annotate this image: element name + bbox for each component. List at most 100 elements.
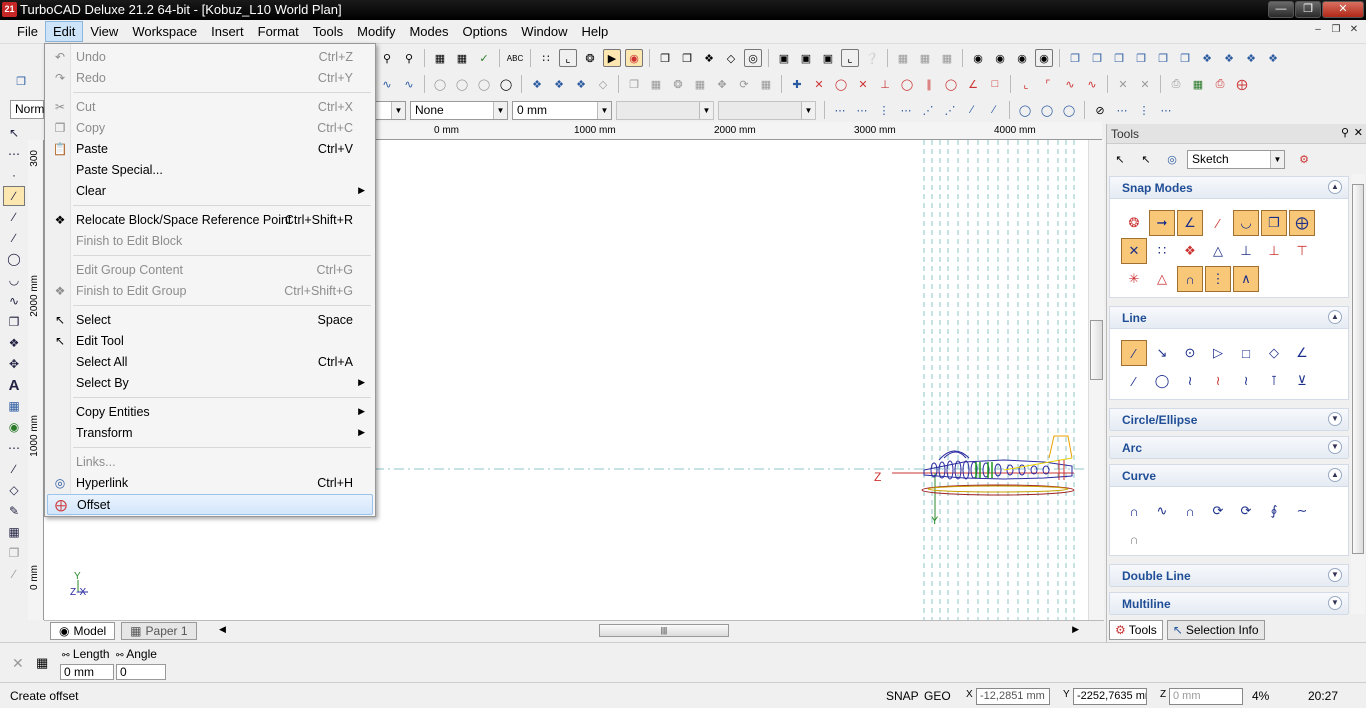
dot-tool-icon[interactable]: ·: [3, 165, 25, 185]
snap-magnet-icon[interactable]: ∩: [1177, 266, 1203, 292]
section-header[interactable]: Snap Modes ▲: [1110, 177, 1348, 199]
tools-palette-scrollbar[interactable]: [1351, 174, 1365, 614]
collapse-icon[interactable]: ▲: [1328, 468, 1342, 482]
mdi-close-button[interactable]: ✕: [1346, 24, 1362, 38]
length-input[interactable]: 0 mm: [60, 664, 114, 680]
snap-c3-icon[interactable]: ◯: [1060, 101, 1078, 119]
x-coordinate-field[interactable]: -12,2851 mm: [976, 688, 1050, 705]
section-header[interactable]: Multiline ▼: [1110, 593, 1348, 615]
view-iso3-icon[interactable]: ❖: [1242, 49, 1260, 67]
drawing-aids-icon[interactable]: ◉: [625, 49, 643, 67]
line-color-combo[interactable]: ▼: [372, 100, 406, 120]
menu-hyperlink[interactable]: ◎ Hyperlink Ctrl+H: [47, 473, 373, 494]
menu-workspace[interactable]: Workspace: [125, 22, 204, 41]
polyline-tool-icon[interactable]: ∕: [3, 207, 25, 227]
angle-line-icon[interactable]: ∠: [1289, 340, 1315, 366]
menu-insert[interactable]: Insert: [204, 22, 251, 41]
snap-grid-icon[interactable]: ∷: [1149, 238, 1175, 264]
snap-percent-icon[interactable]: △: [1149, 266, 1175, 292]
split-line-icon[interactable]: ⊺: [1261, 368, 1287, 394]
bezier-icon[interactable]: ∿: [1149, 498, 1175, 524]
shell2-icon[interactable]: ◯: [453, 75, 471, 93]
dim2-icon[interactable]: ▦: [916, 49, 934, 67]
snap-align-h-icon[interactable]: ⋮: [1205, 266, 1231, 292]
no-snap-icon[interactable]: ⊘: [1091, 101, 1109, 119]
meet-icon[interactable]: ✕: [1114, 75, 1132, 93]
spiral-icon[interactable]: ⟳: [1205, 498, 1231, 524]
array-icon[interactable]: ▦: [647, 75, 665, 93]
section-header[interactable]: Circle/Ellipse ▼: [1110, 409, 1348, 431]
circle-tool-icon[interactable]: ◯: [3, 249, 25, 269]
eraser-tool-icon[interactable]: ◇: [3, 480, 25, 500]
scale-icon[interactable]: ▦: [757, 75, 775, 93]
boolean-int-icon[interactable]: ❖: [572, 75, 590, 93]
menu-format[interactable]: Format: [251, 22, 306, 41]
view-front-icon[interactable]: ❐: [1066, 49, 1084, 67]
copy-icon[interactable]: ❐: [625, 75, 643, 93]
menu-finish-edit-block[interactable]: Finish to Edit Block: [47, 231, 373, 252]
menu-modify[interactable]: Modify: [350, 22, 402, 41]
view-top-icon[interactable]: ❐: [1154, 49, 1172, 67]
shade3-icon[interactable]: ◉: [1013, 49, 1031, 67]
view-iso2-icon[interactable]: ❖: [1220, 49, 1238, 67]
explode-icon[interactable]: ❖: [700, 49, 718, 67]
snap-nearest-icon[interactable]: ∠: [1177, 210, 1203, 236]
snap-line7-icon[interactable]: ∕: [963, 101, 981, 119]
menu-offset[interactable]: ⨁ Offset: [47, 494, 373, 515]
pin-icon[interactable]: ⚲: [1341, 126, 1349, 139]
radial-copy-icon[interactable]: ❂: [669, 75, 687, 93]
point-tool-icon[interactable]: ⋯: [3, 144, 25, 164]
move-tool-icon[interactable]: ✥: [3, 354, 25, 374]
snap-d3-icon[interactable]: ⋯: [1157, 101, 1175, 119]
menu-copy-entities[interactable]: Copy Entities ▶: [47, 402, 373, 423]
snap-line6-icon[interactable]: ⋰: [941, 101, 959, 119]
snap-circle-icon[interactable]: ◯: [942, 75, 960, 93]
layers-icon[interactable]: ▦: [431, 49, 449, 67]
snap-quadrant-icon[interactable]: ❐: [1261, 210, 1287, 236]
zoom-window-icon[interactable]: ⚲: [400, 49, 418, 67]
globe-icon[interactable]: ◎: [1163, 151, 1181, 169]
line-width-combo[interactable]: 0 mm ▼: [512, 100, 612, 120]
menu-select[interactable]: ↖ Select Space: [47, 310, 373, 331]
shade2-icon[interactable]: ◉: [991, 49, 1009, 67]
centerline-icon[interactable]: ⊙: [1177, 340, 1203, 366]
snap-line4-icon[interactable]: ⋯: [897, 101, 915, 119]
boolean-sub-icon[interactable]: ❖: [550, 75, 568, 93]
tangent-line-icon[interactable]: ◯: [1149, 368, 1175, 394]
menu-transform[interactable]: Transform ▶: [47, 423, 373, 444]
ucs-icon[interactable]: ⌞: [841, 49, 859, 67]
snap-magnet-icon[interactable]: ❂: [581, 49, 599, 67]
chamfer-icon[interactable]: ⌜: [1039, 75, 1057, 93]
mdi-minimize-button[interactable]: –: [1310, 24, 1326, 38]
arc-curve-icon[interactable]: ∩: [1177, 498, 1203, 524]
geo-indicator[interactable]: GEO: [924, 689, 951, 703]
snap-d1-icon[interactable]: ⋯: [1113, 101, 1131, 119]
hatch-tool-icon[interactable]: ◉: [3, 417, 25, 437]
close-icon[interactable]: ✕: [1354, 126, 1363, 139]
menu-window[interactable]: Window: [514, 22, 574, 41]
shell3-icon[interactable]: ◯: [475, 75, 493, 93]
style-combo[interactable]: Norm: [10, 100, 44, 119]
section-header[interactable]: Curve ▲: [1110, 465, 1348, 487]
collapse-icon[interactable]: ▲: [1328, 310, 1342, 324]
menu-paste-special[interactable]: Paste Special...: [47, 160, 373, 181]
collapse-icon[interactable]: ▲: [1328, 180, 1342, 194]
snap-d2-icon[interactable]: ⋮: [1135, 101, 1153, 119]
publish-icon[interactable]: ▦: [1189, 75, 1207, 93]
expand-icon[interactable]: ▼: [1328, 412, 1342, 426]
layer-props-icon[interactable]: ▦: [453, 49, 471, 67]
menu-select-by[interactable]: Select By ▶: [47, 373, 373, 394]
snap-parallel-icon[interactable]: ∥: [920, 75, 938, 93]
snap-c1-icon[interactable]: ◯: [1016, 101, 1034, 119]
snap-vertex-icon[interactable]: ➞: [1149, 210, 1175, 236]
view-left-icon[interactable]: ❐: [1110, 49, 1128, 67]
snap-tangent-icon[interactable]: ◯: [898, 75, 916, 93]
section-header[interactable]: Arc ▼: [1110, 437, 1348, 459]
snap-c2-icon[interactable]: ◯: [1038, 101, 1056, 119]
arc-tool-icon[interactable]: ◡: [3, 270, 25, 290]
mirror-icon[interactable]: ▦: [691, 75, 709, 93]
tab-tools[interactable]: ⚙ Tools: [1109, 620, 1163, 640]
eraser-icon[interactable]: ◇: [594, 75, 612, 93]
angle-label[interactable]: ⚯ Angle: [116, 647, 157, 661]
vertical-scroll-thumb[interactable]: [1090, 320, 1103, 380]
